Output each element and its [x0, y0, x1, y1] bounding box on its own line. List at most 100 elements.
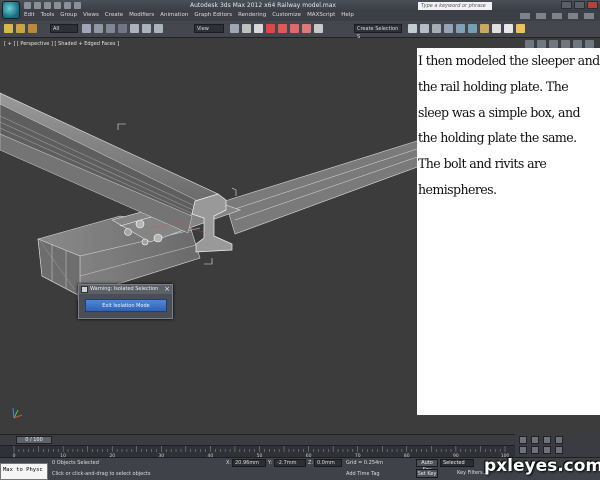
x-coordinate-field[interactable]: 20.96mm [232, 459, 266, 467]
pan-icon[interactable] [531, 446, 539, 454]
angle-snap-icon[interactable] [278, 24, 287, 33]
motion-tab-icon[interactable] [561, 40, 570, 48]
rendered-frame-window-icon[interactable] [504, 24, 513, 33]
toolbar-icons-left [4, 24, 37, 33]
modify-tab-icon[interactable] [537, 40, 546, 48]
reference-coordinate-dropdown[interactable]: View [194, 24, 224, 33]
y-coordinate-field[interactable]: -2.7mm [274, 459, 306, 467]
menu-item-rendering[interactable]: Rendering [238, 12, 272, 18]
tutorial-note: I then modeled the sleeper and the rail … [417, 48, 600, 415]
menu-item-animation[interactable]: Animation [160, 12, 194, 18]
maxscript-listener[interactable]: Max to Physc [0, 463, 48, 480]
menu-item-customize[interactable]: Customize [272, 12, 307, 18]
select-manipulate-icon[interactable] [242, 24, 251, 33]
render-production-icon[interactable] [516, 24, 525, 33]
time-slider-handle[interactable]: 0 / 100 [16, 436, 52, 444]
render-setup-icon[interactable] [492, 24, 501, 33]
add-time-tag-button[interactable]: Add Time Tag [346, 471, 380, 477]
zoom-icon[interactable] [519, 436, 527, 444]
dialog-title-bar[interactable]: Warning: Isolated Selection × [79, 285, 172, 294]
move-icon[interactable] [130, 24, 139, 33]
main-toolbar: All View Create Selection S [0, 21, 600, 40]
menu-item-create[interactable]: Create [105, 12, 129, 18]
zoom-all-icon[interactable] [531, 436, 539, 444]
communication-icon[interactable] [552, 13, 562, 19]
named-selection-set-dropdown[interactable]: Create Selection S [354, 24, 402, 40]
command-panel-tabs [525, 40, 594, 48]
quick-access-toolbar[interactable] [24, 2, 81, 9]
help-icon[interactable] [584, 13, 594, 19]
snaps-toggle-icon[interactable] [266, 24, 275, 33]
key-filters-button[interactable]: Key Filters... [457, 470, 487, 476]
selection-filter-dropdown[interactable]: All [50, 24, 78, 33]
menu-item-graph-editors[interactable]: Graph Editors [194, 12, 238, 18]
scale-icon[interactable] [154, 24, 163, 33]
undo-icon[interactable] [54, 2, 61, 9]
dialog-close-button[interactable]: × [164, 285, 170, 294]
window-crossing-icon[interactable] [118, 24, 127, 33]
material-editor-icon[interactable] [480, 24, 489, 33]
bind-space-warp-icon[interactable] [28, 24, 37, 33]
maximize-button[interactable] [574, 1, 585, 9]
key-mode-dropdown[interactable]: Selected [440, 459, 474, 467]
search-icon[interactable] [520, 13, 530, 19]
selection-bracket [204, 258, 213, 265]
unlink-icon[interactable] [16, 24, 25, 33]
menu-item-modifiers[interactable]: Modifiers [129, 12, 160, 18]
zoom-extents-all-icon[interactable] [555, 436, 563, 444]
wire-edge [234, 155, 421, 221]
hierarchy-tab-icon[interactable] [549, 40, 558, 48]
orbit-icon[interactable] [543, 446, 551, 454]
percent-snap-icon[interactable] [290, 24, 299, 33]
utilities-tab-icon[interactable] [585, 40, 594, 48]
open-icon[interactable] [34, 2, 41, 9]
viewport-label[interactable]: [ + ] [ Perspective ] [ Shaded + Edged F… [4, 41, 119, 47]
schematic-view-icon[interactable] [468, 24, 477, 33]
time-slider[interactable]: 0 / 100 [0, 434, 515, 445]
spinner-snap-icon[interactable] [302, 24, 311, 33]
align-icon[interactable] [420, 24, 429, 33]
favorites-icon[interactable] [568, 13, 578, 19]
field-of-view-icon[interactable] [519, 446, 527, 454]
menu-item-help[interactable]: Help [341, 12, 360, 18]
rectangular-selection-icon[interactable] [106, 24, 115, 33]
save-icon[interactable] [44, 2, 51, 9]
display-tab-icon[interactable] [573, 40, 582, 48]
bolt-head [135, 219, 145, 229]
mirror-icon[interactable] [408, 24, 417, 33]
link-icon[interactable] [4, 24, 13, 33]
menu-item-maxscript[interactable]: MAXScript [307, 12, 341, 18]
help-search-input[interactable]: Type a keyword or phrase [418, 2, 492, 10]
project-folder-icon[interactable] [74, 2, 81, 9]
curve-editor-icon[interactable] [456, 24, 465, 33]
exit-isolation-mode-button[interactable]: Exit Isolation Mode [85, 299, 167, 312]
bolt-head [153, 233, 163, 243]
menu-item-tools[interactable]: Tools [41, 12, 61, 18]
keyboard-shortcut-override-icon[interactable] [254, 24, 263, 33]
maximize-viewport-icon[interactable] [555, 446, 563, 454]
redo-icon[interactable] [64, 2, 71, 9]
pivot-center-icon[interactable] [230, 24, 239, 33]
layer-manager-icon[interactable] [432, 24, 441, 33]
subscription-icon[interactable] [536, 13, 546, 19]
z-coordinate-field[interactable]: 0.0mm [314, 459, 342, 467]
auto-key-button[interactable]: Auto Key [416, 459, 438, 473]
menu-item-edit[interactable]: Edit [24, 12, 41, 18]
edit-named-selection-icon[interactable] [314, 24, 323, 33]
rotate-icon[interactable] [142, 24, 151, 33]
zoom-extents-icon[interactable] [543, 436, 551, 444]
graphite-ribbon-icon[interactable] [444, 24, 453, 33]
warning-icon [81, 286, 88, 293]
minimize-button[interactable] [561, 1, 572, 9]
track-bar[interactable]: 0 10 20 30 40 50 60 70 80 90 100 [0, 445, 515, 458]
select-object-icon[interactable] [82, 24, 91, 33]
infocenter-icons [520, 13, 594, 19]
set-key-button[interactable]: Set Key [416, 469, 438, 478]
new-icon[interactable] [24, 2, 31, 9]
create-tab-icon[interactable] [525, 40, 534, 48]
menu-item-views[interactable]: Views [83, 12, 105, 18]
close-button[interactable] [587, 1, 598, 9]
select-by-name-icon[interactable] [94, 24, 103, 33]
menu-item-group[interactable]: Group [60, 12, 83, 18]
application-button-icon[interactable] [2, 1, 20, 19]
